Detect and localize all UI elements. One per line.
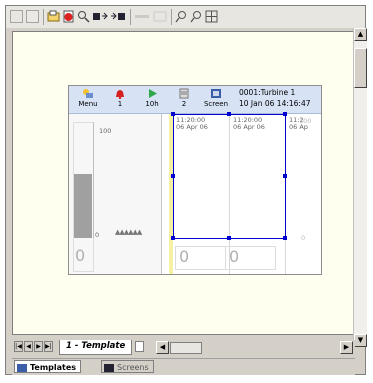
toolbar — [6, 6, 365, 28]
screen-button[interactable]: Screen — [201, 87, 231, 112]
insert-icon[interactable] — [92, 10, 108, 23]
bar-scale-bottom: 0 — [95, 231, 100, 239]
tab-templates-label: Templates — [30, 363, 77, 372]
toolbar-separator — [130, 9, 131, 25]
marker-triangles-icon: ▲▲▲▲▲▲ — [115, 228, 142, 236]
horizontal-scroll-thumb[interactable] — [170, 342, 202, 354]
alarm-icon — [116, 90, 124, 99]
disabled-icon[interactable] — [134, 10, 150, 23]
window-icon[interactable] — [10, 10, 23, 23]
template-editor-window: Menu 1 10h 2 Screen 0001:Turbine 1 10 Ja… — [5, 5, 367, 375]
toolbar-separator — [171, 9, 172, 25]
screen-button-label: Screen — [203, 100, 229, 108]
bar-graph-fill — [74, 174, 92, 238]
play-button[interactable]: 10h — [137, 87, 167, 112]
menu-icon — [83, 89, 93, 98]
tab-screens-label: Screens — [117, 363, 149, 372]
resize-handle[interactable] — [283, 112, 287, 116]
open-icon[interactable] — [47, 10, 60, 23]
chart-value-1: 0 — [175, 246, 226, 270]
recorder-datetime: 10 Jan 06 14:16:47 — [239, 99, 311, 108]
selection-frame[interactable] — [173, 114, 286, 239]
bottom-tabs: Templates Screens — [12, 358, 355, 375]
chart-value-2: 0 — [225, 246, 276, 270]
tab-separator — [135, 341, 144, 352]
recorder-screen[interactable]: Menu 1 10h 2 Screen 0001:Turbine 1 10 Ja… — [68, 85, 322, 275]
scroll-left-button[interactable]: ◀ — [156, 341, 169, 354]
print-button-label: 2 — [181, 100, 187, 108]
resize-handle[interactable] — [171, 236, 175, 240]
play-button-label: 10h — [145, 100, 159, 108]
screen-icon — [211, 89, 221, 98]
chart-scale-bottom: 0 — [301, 234, 306, 242]
tab-screens[interactable]: Screens — [101, 360, 154, 373]
zoom-icon[interactable] — [77, 10, 90, 23]
bar-scale-top: 100 — [99, 127, 112, 135]
alarm-button-label: 1 — [117, 100, 123, 108]
trend-chart[interactable]: 11:20:00 06 Apr 06 11:20:00 06 Apr 06 11:2… — [171, 112, 321, 274]
delete-icon[interactable] — [62, 10, 75, 23]
zoom-in-icon[interactable] — [175, 10, 188, 23]
first-tab-button[interactable]: |◀ — [14, 341, 23, 352]
last-tab-button[interactable]: ▶| — [44, 341, 53, 352]
resize-handle[interactable] — [227, 236, 231, 240]
recorder-header: Menu 1 10h 2 Screen 0001:Turbine 1 10 Ja… — [69, 86, 321, 114]
disabled-icon[interactable] — [152, 10, 168, 23]
scroll-thumb[interactable] — [354, 48, 367, 88]
bar-value: 0 — [75, 246, 86, 265]
screens-icon — [104, 363, 114, 372]
template-tabs-bar: |◀ ◀ ▶ ▶| 1 - Template ◀ ▶ — [12, 340, 355, 355]
recorder-id: 0001:Turbine 1 — [239, 88, 296, 97]
vertical-scrollbar[interactable]: ▲ ▼ — [353, 28, 367, 347]
menu-button[interactable]: Menu — [73, 87, 103, 112]
alarm-button[interactable]: 1 — [105, 87, 135, 112]
design-canvas[interactable]: Menu 1 10h 2 Screen 0001:Turbine 1 10 Ja… — [12, 31, 355, 335]
tab-template-1[interactable]: 1 - Template — [59, 340, 133, 355]
grid-icon[interactable] — [205, 10, 218, 23]
templates-icon — [17, 363, 27, 372]
prev-tab-button[interactable]: ◀ — [24, 341, 33, 352]
resize-handle[interactable] — [171, 174, 175, 178]
print-icon — [179, 88, 189, 99]
page-icon[interactable] — [26, 10, 39, 23]
print-button[interactable]: 2 — [169, 87, 199, 112]
play-icon — [149, 89, 157, 98]
tab-templates[interactable]: Templates — [14, 360, 82, 373]
menu-button-label: Menu — [78, 100, 98, 108]
toolbar-separator — [43, 9, 44, 25]
resize-handle[interactable] — [227, 112, 231, 116]
scroll-up-button[interactable]: ▲ — [354, 28, 367, 41]
next-tab-button[interactable]: ▶ — [34, 341, 43, 352]
move-icon[interactable] — [110, 10, 126, 23]
resize-handle[interactable] — [171, 112, 175, 116]
bar-scale-line — [93, 122, 94, 238]
resize-handle[interactable] — [283, 236, 287, 240]
zoom-out-icon[interactable] — [190, 10, 203, 23]
scroll-down-button[interactable]: ▼ — [354, 334, 367, 347]
resize-handle[interactable] — [283, 174, 287, 178]
chart-scale-top: 100 — [299, 117, 312, 125]
bar-graph-panel[interactable]: 100 0 ▲▲▲▲▲▲ 0 — [69, 114, 162, 274]
scroll-right-button[interactable]: ▶ — [340, 341, 353, 354]
